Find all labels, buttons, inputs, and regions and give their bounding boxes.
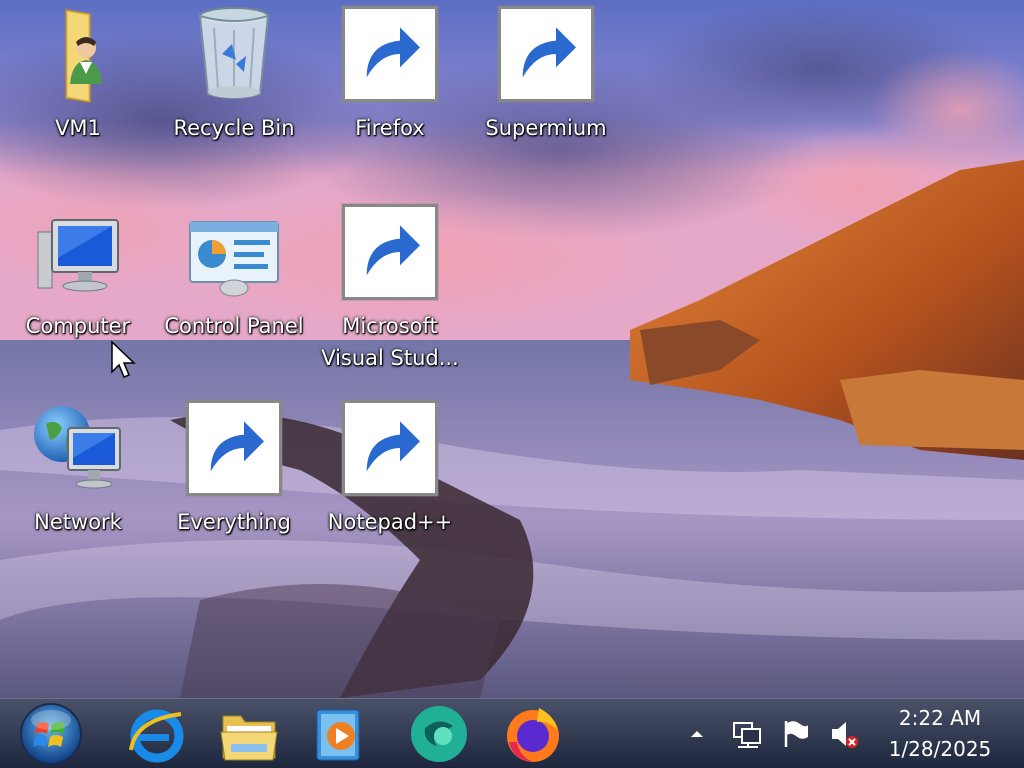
show-hidden-icons-arrow	[691, 731, 703, 737]
mouse-cursor-icon	[111, 340, 136, 378]
notepad-plus-plus-icon	[340, 398, 440, 498]
firefox-icon	[340, 4, 440, 104]
desktop-icon-supermium[interactable]: Supermium	[476, 4, 616, 184]
desktop-icon-label: Microsoft Visual Stud...	[321, 314, 459, 370]
desktop-icon-firefox[interactable]: Firefox	[320, 4, 460, 184]
computer-icon	[28, 202, 128, 302]
firefox-icon	[507, 708, 559, 762]
taskbar-internet-explorer[interactable]	[120, 701, 194, 767]
supermium-icon	[411, 706, 467, 762]
control-panel-icon	[184, 202, 284, 302]
desktop-icon-everything[interactable]: Everything	[164, 398, 304, 578]
desktop-icon-label: Everything	[177, 510, 291, 534]
desktop-icon-label: Control Panel	[164, 314, 304, 338]
desktop-icon-vm1[interactable]: VM1	[8, 4, 148, 184]
desktop-icon-label: Recycle Bin	[173, 116, 295, 140]
everything-search-icon	[184, 398, 284, 498]
supermium-icon	[496, 4, 596, 104]
shortcut-arrow-icon	[497, 5, 595, 103]
internet-explorer-icon	[129, 709, 184, 763]
media-player-icon	[316, 709, 360, 761]
network-icon	[28, 398, 128, 498]
windows-start-orb-icon	[20, 703, 82, 765]
desktop-icon-label: Supermium	[485, 116, 607, 140]
desktop-icon-label: Network	[34, 510, 122, 534]
desktop[interactable]: VM1 Recycle Bin Firefox Supermium Comput…	[0, 0, 1024, 698]
shortcut-arrow-icon	[341, 5, 439, 103]
taskbar-media-player[interactable]	[302, 701, 376, 767]
taskbar-file-explorer[interactable]	[212, 701, 286, 767]
recycle-bin-icon	[184, 4, 284, 104]
desktop-icon-recycle-bin[interactable]: Recycle Bin	[164, 4, 304, 184]
user-folder-icon	[28, 4, 128, 104]
desktop-icon-label: Notepad++	[327, 510, 453, 534]
shortcut-arrow-icon	[341, 399, 439, 497]
desktop-icon-network[interactable]: Network	[8, 398, 148, 578]
desktop-icon-notepad-plus-plus[interactable]: Notepad++	[320, 398, 460, 578]
tray-network[interactable]	[730, 717, 764, 751]
desktop-icon-label: VM1	[55, 116, 101, 140]
clock-date: 1/28/2025	[888, 737, 992, 761]
taskbar-supermium[interactable]	[402, 701, 476, 767]
visual-studio-icon	[340, 202, 440, 302]
desktop-icon-control-panel[interactable]: Control Panel	[164, 202, 304, 382]
taskbar: 2:22 AM 1/28/2025	[0, 698, 1024, 768]
shortcut-arrow-icon	[185, 399, 283, 497]
desktop-icon-label: Firefox	[355, 116, 425, 140]
network-icon	[733, 722, 761, 748]
shortcut-arrow-icon	[341, 203, 439, 301]
clock[interactable]: 2:22 AM 1/28/2025	[870, 703, 1010, 765]
start-button[interactable]	[14, 701, 88, 767]
tray-volume[interactable]	[826, 717, 860, 751]
clock-time: 2:22 AM	[898, 706, 982, 730]
desktop-icon-label: Computer	[25, 314, 131, 338]
taskbar-firefox[interactable]	[496, 701, 570, 767]
show-hidden-icons-button[interactable]	[680, 717, 714, 751]
action-center-flag-icon	[784, 721, 808, 747]
desktop-icon-visual-studio[interactable]: Microsoft Visual Stud...	[320, 202, 460, 382]
volume-muted-icon	[832, 722, 858, 748]
file-explorer-icon	[220, 715, 278, 761]
tray-action-center[interactable]	[778, 717, 812, 751]
